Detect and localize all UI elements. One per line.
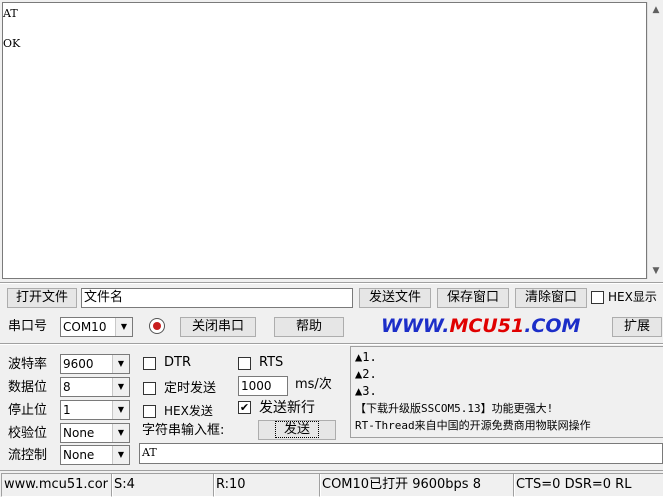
send-newline-checkbox[interactable]: ✔ bbox=[238, 401, 251, 414]
baud-label: 波特率 bbox=[8, 357, 48, 372]
hex-send-label: HEX发送 bbox=[164, 404, 213, 418]
parity-label: 校验位 bbox=[8, 426, 48, 441]
scroll-up-icon[interactable]: ▲ bbox=[648, 2, 663, 18]
send-file-button[interactable]: 发送文件 bbox=[359, 288, 431, 308]
hex-display-label: HEX显示 bbox=[608, 290, 657, 304]
info-panel: ▲1. ▲2. ▲3. 【下载升级版SSCOM5.13】功能更强大! RT-Th… bbox=[350, 346, 663, 438]
receive-text: AT OK bbox=[3, 7, 21, 50]
status-port-state: COM10已打开 9600bps 8 bbox=[319, 473, 515, 497]
site-logo[interactable]: WWW.MCU51.COM bbox=[381, 314, 580, 338]
send-input[interactable]: AT bbox=[139, 443, 663, 464]
chevron-down-icon: ▼ bbox=[115, 318, 132, 336]
status-signals: CTS=0 DSR=0 RL bbox=[513, 473, 663, 497]
status-received: R:10 bbox=[213, 473, 321, 497]
flow-select[interactable]: None ▼ bbox=[60, 445, 130, 465]
receive-scrollbar[interactable]: ▲ ▼ bbox=[647, 2, 663, 279]
chevron-down-icon: ▼ bbox=[112, 424, 129, 442]
status-sent: S:4 bbox=[111, 473, 215, 497]
stopbits-value: 1 bbox=[63, 403, 71, 417]
info-line-1[interactable]: ▲1. bbox=[355, 349, 377, 365]
interval-input[interactable]: 1000 bbox=[238, 376, 288, 396]
dtr-label: DTR bbox=[164, 355, 191, 370]
separator bbox=[0, 282, 663, 284]
filename-field[interactable]: 文件名 bbox=[81, 288, 353, 308]
port-select[interactable]: COM10 ▼ bbox=[60, 317, 133, 337]
send-button[interactable]: 发送 bbox=[258, 420, 336, 440]
clear-window-button[interactable]: 清除窗口 bbox=[515, 288, 587, 308]
stopbits-select[interactable]: 1 ▼ bbox=[60, 400, 130, 420]
status-site[interactable]: www.mcu51.cor bbox=[1, 473, 113, 497]
separator bbox=[0, 343, 663, 345]
rts-label: RTS bbox=[259, 355, 284, 370]
timed-send-checkbox[interactable] bbox=[143, 382, 156, 395]
flow-label: 流控制 bbox=[8, 448, 48, 463]
info-line-3[interactable]: ▲3. bbox=[355, 383, 377, 399]
port-value: COM10 bbox=[63, 320, 107, 334]
scroll-down-icon[interactable]: ▼ bbox=[648, 263, 663, 279]
dtr-checkbox[interactable] bbox=[143, 357, 156, 370]
chevron-down-icon: ▼ bbox=[112, 355, 129, 373]
timed-send-label: 定时发送 bbox=[164, 381, 217, 396]
hex-send-checkbox[interactable] bbox=[143, 405, 156, 418]
chevron-down-icon: ▼ bbox=[112, 378, 129, 396]
open-file-button[interactable]: 打开文件 bbox=[7, 288, 77, 308]
parity-select[interactable]: None ▼ bbox=[60, 423, 130, 443]
databits-value: 8 bbox=[63, 380, 71, 394]
stopbits-label: 停止位 bbox=[8, 403, 48, 418]
close-port-button[interactable]: 关闭串口 bbox=[180, 317, 256, 337]
input-label: 字符串输入框: bbox=[142, 423, 225, 438]
databits-label: 数据位 bbox=[8, 380, 48, 395]
send-button-label: 发送 bbox=[274, 421, 319, 438]
send-newline-label: 发送新行 bbox=[259, 400, 315, 416]
info-line-2[interactable]: ▲2. bbox=[355, 366, 377, 382]
port-status-icon bbox=[149, 318, 165, 334]
info-line-4[interactable]: 【下载升级版SSCOM5.13】功能更强大! bbox=[355, 401, 553, 417]
interval-unit: ms/次 bbox=[295, 377, 332, 392]
info-line-5[interactable]: RT-Thread来自中国的开源免费商用物联网操作 bbox=[355, 418, 591, 434]
baud-select[interactable]: 9600 ▼ bbox=[60, 354, 130, 374]
chevron-down-icon: ▼ bbox=[112, 401, 129, 419]
parity-value: None bbox=[63, 426, 95, 440]
flow-value: None bbox=[63, 448, 95, 462]
port-label: 串口号 bbox=[8, 319, 48, 334]
receive-area[interactable] bbox=[2, 2, 647, 279]
baud-value: 9600 bbox=[63, 357, 94, 371]
rts-checkbox[interactable] bbox=[238, 357, 251, 370]
databits-select[interactable]: 8 ▼ bbox=[60, 377, 130, 397]
hex-display-checkbox[interactable] bbox=[591, 291, 604, 304]
save-window-button[interactable]: 保存窗口 bbox=[437, 288, 509, 308]
help-button[interactable]: 帮助 bbox=[274, 317, 344, 337]
expand-button[interactable]: 扩展 bbox=[612, 317, 662, 337]
chevron-down-icon: ▼ bbox=[112, 446, 129, 464]
